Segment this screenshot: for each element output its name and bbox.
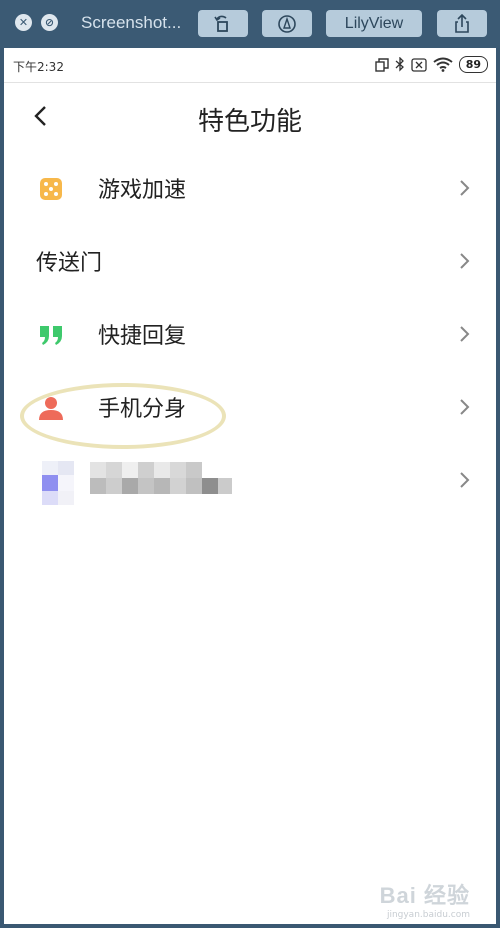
sim-off-icon xyxy=(411,57,427,72)
page-title: 特色功能 xyxy=(197,107,302,137)
status-bar: 下午2:32 89 xyxy=(4,48,496,83)
rotate-icon xyxy=(214,15,228,32)
markup-button[interactable] xyxy=(262,10,312,37)
wifi-icon xyxy=(433,57,453,72)
menu-item-game-boost[interactable]: 游戏加速 xyxy=(4,152,496,225)
status-time: 下午2:32 xyxy=(13,60,64,74)
share-icon xyxy=(455,13,469,33)
chevron-right-icon xyxy=(460,399,470,415)
watermark-sub: jingyan.baidu.com xyxy=(386,910,470,920)
viewer-title: Screenshot... xyxy=(81,13,182,32)
lilyview-button[interactable]: LilyView xyxy=(326,10,422,37)
viewer-toolbar: ✕ ⊘ Screenshot... LilyView xyxy=(0,0,500,48)
chevron-right-icon xyxy=(460,180,470,196)
bluetooth-icon xyxy=(395,57,404,72)
watermark: Bai 经验 jingyan.baidu.com xyxy=(380,878,470,920)
pixelated-text xyxy=(90,462,232,494)
close-icon[interactable]: ✕ xyxy=(15,14,32,31)
highlight-ring xyxy=(20,383,226,449)
status-icons: 89 xyxy=(374,56,488,73)
menu-item-portal[interactable]: 传送门 xyxy=(4,225,496,298)
dual-screen-icon xyxy=(374,57,389,72)
phone-screen: 下午2:32 89 特色功能 游戏加速 传送门 快捷回复 手机分身 Bai 经验… xyxy=(4,48,496,924)
page-header: 特色功能 xyxy=(4,83,496,149)
menu-item-obscured[interactable] xyxy=(4,444,496,518)
menu-item-label: 传送门 xyxy=(36,251,103,276)
watermark-main: Bai 经验 xyxy=(379,883,470,908)
menu-item-label: 快捷回复 xyxy=(98,324,187,349)
menu-item-label: 游戏加速 xyxy=(98,178,187,203)
quote-icon xyxy=(40,326,62,345)
battery-indicator: 89 xyxy=(458,56,488,73)
no-entry-icon[interactable]: ⊘ xyxy=(41,14,58,31)
chevron-right-icon xyxy=(460,472,470,488)
pen-markup-icon xyxy=(278,14,296,33)
chevron-right-icon xyxy=(460,326,470,342)
pixelated-icon xyxy=(42,461,74,505)
share-button[interactable] xyxy=(437,10,487,37)
rotate-button[interactable] xyxy=(198,10,248,37)
menu-item-quick-reply[interactable]: 快捷回复 xyxy=(4,298,496,371)
dice-icon xyxy=(40,178,62,200)
chevron-right-icon xyxy=(460,253,470,269)
